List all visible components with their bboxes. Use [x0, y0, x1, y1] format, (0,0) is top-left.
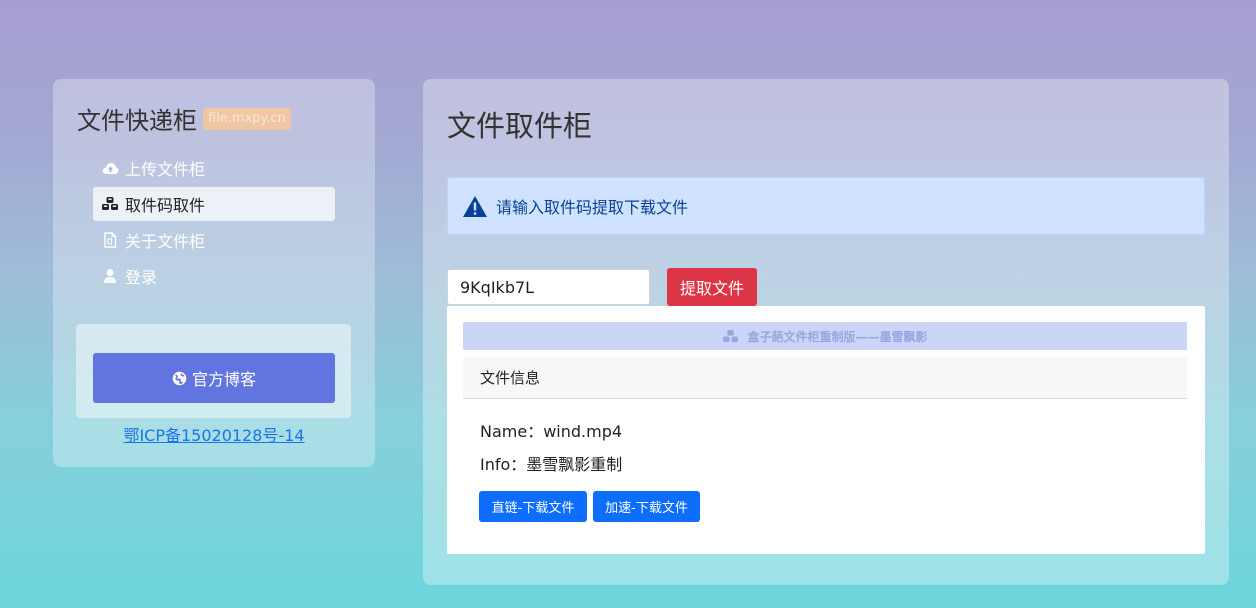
cubes-icon	[722, 329, 739, 344]
fetch-file-button[interactable]: 提取文件	[667, 268, 757, 306]
blog-button-label: 官方博客	[191, 370, 256, 389]
file-info-header: 文件信息	[463, 357, 1187, 399]
pickup-code-input[interactable]	[447, 269, 650, 305]
sidebar: 文件快递柜 file.mxpy.cn 上传文件柜 取件码取件 关于文件柜 登录 …	[53, 79, 375, 467]
cubes-icon	[101, 195, 119, 213]
icp-link[interactable]: 鄂ICP备15020128号-14	[53, 422, 375, 446]
brand-domain-badge: file.mxpy.cn	[203, 107, 291, 130]
warning-icon	[462, 195, 488, 218]
direct-download-button[interactable]: 直链-下载文件	[479, 491, 587, 522]
sidebar-item-label: 关于文件柜	[125, 232, 206, 251]
sidebar-item-label: 登录	[125, 268, 158, 287]
official-blog-button[interactable]: 官方博客	[93, 353, 335, 403]
sidebar-item-label: 上传文件柜	[125, 160, 206, 179]
sidebar-item-about[interactable]: 关于文件柜	[93, 223, 335, 257]
accelerated-download-button[interactable]: 加速-下载文件	[593, 491, 700, 522]
cloud-upload-icon	[101, 159, 119, 177]
blog-box: 官方博客	[76, 324, 351, 418]
sidebar-item-label: 取件码取件	[125, 196, 206, 215]
sidebar-nav: 上传文件柜 取件码取件 关于文件柜 登录	[93, 151, 335, 295]
alert-text: 请输入取件码提取下载文件	[496, 198, 689, 217]
banner-text: 盒子葩文件柜重制版——墨雪飘影	[747, 329, 928, 344]
page-title: 文件取件柜	[447, 109, 593, 143]
brand: 文件快递柜 file.mxpy.cn	[77, 101, 291, 136]
file-name: Name：wind.mp4	[480, 422, 623, 441]
info-alert: 请输入取件码提取下载文件	[447, 177, 1205, 235]
globe-icon	[172, 371, 187, 386]
sidebar-item-login[interactable]: 登录	[93, 259, 335, 293]
result-card: 盒子葩文件柜重制版——墨雪飘影 文件信息 Name：wind.mp4 Info：…	[447, 306, 1205, 554]
document-icon	[101, 231, 119, 249]
sidebar-item-upload[interactable]: 上传文件柜	[93, 151, 335, 185]
brand-title: 文件快递柜	[77, 107, 197, 135]
result-banner: 盒子葩文件柜重制版——墨雪飘影	[463, 322, 1187, 350]
file-info: Info：墨雪飘影重制	[480, 455, 623, 474]
main-panel: 文件取件柜 请输入取件码提取下载文件 提取文件 盒子葩文件柜重制版——墨雪飘影 …	[423, 79, 1229, 585]
user-icon	[101, 267, 119, 285]
sidebar-item-pickup-code[interactable]: 取件码取件	[93, 187, 335, 221]
